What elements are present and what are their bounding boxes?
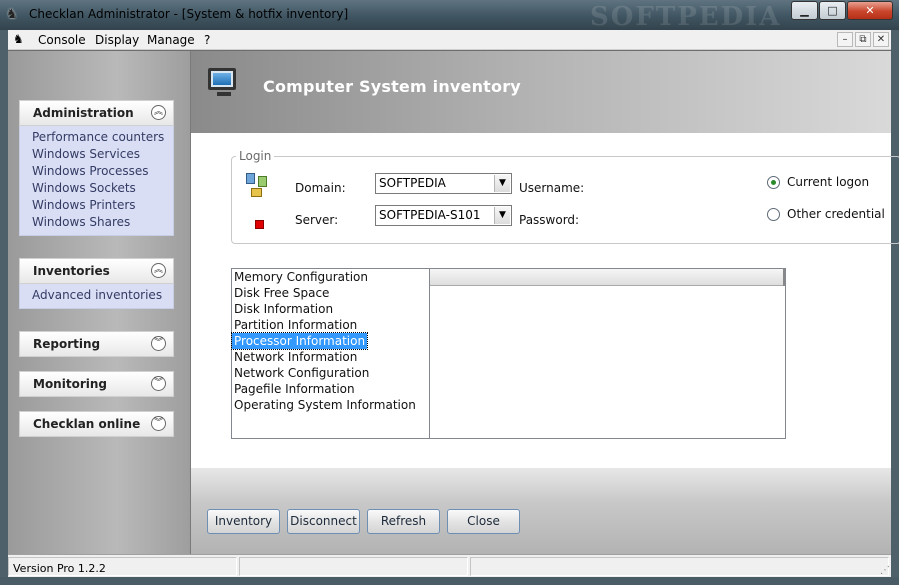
username-label: Username: xyxy=(519,181,585,195)
expand-icon[interactable]: ︾ xyxy=(151,376,166,391)
main-panel: Computer System inventory Login Domain: … xyxy=(191,51,899,554)
list-item-pagefile-information[interactable]: Pagefile Information xyxy=(232,381,429,397)
list-item-processor-information[interactable]: Processor Information xyxy=(230,332,369,350)
section-title: Administration xyxy=(33,106,134,120)
domain-value: SOFTPEDIA xyxy=(379,176,446,190)
menu-help[interactable]: ? xyxy=(204,33,210,47)
network-users-icon xyxy=(246,173,268,199)
list-item-operating-system-information[interactable]: Operating System Information xyxy=(232,397,429,413)
close-button[interactable]: Close xyxy=(447,509,520,534)
navigation-panel: Administration ︽ Performance counters Wi… xyxy=(8,51,191,554)
server-combobox[interactable]: SOFTPEDIA-S101 ▼ xyxy=(375,205,512,226)
nav-item-performance-counters[interactable]: Performance counters xyxy=(20,129,173,146)
section-header-administration[interactable]: Administration ︽ xyxy=(19,100,174,126)
version-text: Version Pro 1.2.2 xyxy=(13,562,106,575)
close-window-button[interactable]: ✕ xyxy=(847,1,893,20)
refresh-button[interactable]: Refresh xyxy=(367,509,440,534)
login-group: Login Domain: SOFTPEDIA ▼ Server: SOFTPE… xyxy=(231,149,899,244)
menu-console[interactable]: Console xyxy=(38,33,86,47)
section-header-monitoring[interactable]: Monitoring ︾ xyxy=(19,371,174,397)
password-label: Password: xyxy=(519,213,580,227)
mdi-restore-button[interactable]: ⧉ xyxy=(855,32,871,47)
nav-item-windows-services[interactable]: Windows Services xyxy=(20,146,173,163)
inventory-type-list[interactable]: Memory Configuration Disk Free Space Dis… xyxy=(230,268,430,439)
disconnect-button[interactable]: Disconnect xyxy=(287,509,360,534)
title-bar: ♞ Checklan Administrator - [System & hot… xyxy=(0,0,899,32)
status-pane-version: Version Pro 1.2.2 xyxy=(8,557,237,576)
chevron-down-icon[interactable]: ▼ xyxy=(494,175,510,192)
minimize-button[interactable]: ▁ xyxy=(791,1,818,20)
list-item-disk-free-space[interactable]: Disk Free Space xyxy=(232,285,429,301)
current-logon-label[interactable]: Current logon xyxy=(787,175,869,189)
connection-status-icon xyxy=(255,220,264,229)
section-title: Checklan online xyxy=(33,417,141,431)
expand-icon[interactable]: ︾ xyxy=(151,416,166,431)
grid-header-splitter[interactable] xyxy=(783,269,785,286)
list-item-network-information[interactable]: Network Information xyxy=(232,349,429,365)
section-reporting: Reporting ︾ xyxy=(19,331,174,357)
grid-column-header[interactable] xyxy=(430,269,783,286)
window-frame-right xyxy=(891,30,899,577)
collapse-icon[interactable]: ︽ xyxy=(151,263,166,278)
computer-icon-stand xyxy=(217,92,231,96)
app-icon[interactable]: ♞ xyxy=(6,7,18,22)
section-title: Monitoring xyxy=(33,377,107,391)
login-legend: Login xyxy=(236,149,275,163)
list-item-partition-information[interactable]: Partition Information xyxy=(232,317,429,333)
section-inventories: Inventories ︽ Advanced inventories xyxy=(19,258,174,309)
section-header-checklan-online[interactable]: Checklan online ︾ xyxy=(19,411,174,437)
server-label: Server: xyxy=(295,213,339,227)
status-pane-3 xyxy=(470,557,889,576)
mdi-close-button[interactable]: ✕ xyxy=(873,32,889,47)
menu-manage[interactable]: Manage xyxy=(147,33,195,47)
window-frame-bottom xyxy=(0,577,899,585)
chevron-down-icon[interactable]: ▼ xyxy=(494,207,510,224)
collapse-icon[interactable]: ︽ xyxy=(151,105,166,120)
computer-icon xyxy=(208,68,236,90)
domain-combobox[interactable]: SOFTPEDIA ▼ xyxy=(375,173,512,194)
expand-icon[interactable]: ︾ xyxy=(151,336,166,351)
page-title: Computer System inventory xyxy=(263,77,521,96)
system-menu-icon[interactable]: ♞ xyxy=(13,32,24,46)
section-monitoring: Monitoring ︾ xyxy=(19,371,174,397)
list-item-memory-configuration[interactable]: Memory Configuration xyxy=(232,269,429,285)
other-credential-label[interactable]: Other credential xyxy=(787,207,885,221)
section-checklan-online: Checklan online ︾ xyxy=(19,411,174,437)
inventory-content: Login Domain: SOFTPEDIA ▼ Server: SOFTPE… xyxy=(191,133,899,468)
nav-item-windows-processes[interactable]: Windows Processes xyxy=(20,163,173,180)
window-title: Checklan Administrator - [System & hotfi… xyxy=(29,7,349,21)
inventory-button[interactable]: Inventory xyxy=(207,509,280,534)
nav-item-windows-shares[interactable]: Windows Shares xyxy=(20,214,173,231)
list-item-network-configuration[interactable]: Network Configuration xyxy=(232,365,429,381)
mdi-minimize-button[interactable]: – xyxy=(837,32,853,47)
section-title: Inventories xyxy=(33,264,110,278)
other-credential-radio[interactable] xyxy=(767,208,780,221)
current-logon-radio[interactable] xyxy=(767,176,780,189)
nav-item-windows-printers[interactable]: Windows Printers xyxy=(20,197,173,214)
section-header-reporting[interactable]: Reporting ︾ xyxy=(19,331,174,357)
resize-grip-icon[interactable]: ⋰ xyxy=(880,565,890,576)
mdi-controls: – ⧉ ✕ xyxy=(835,32,889,47)
list-item-disk-information[interactable]: Disk Information xyxy=(232,301,429,317)
action-bar: Inventory Disconnect Refresh Close xyxy=(191,468,891,554)
window-frame-left xyxy=(0,30,8,577)
inventory-results-grid[interactable] xyxy=(429,268,786,439)
maximize-button[interactable]: □ xyxy=(819,1,846,20)
server-value: SOFTPEDIA-S101 xyxy=(379,208,481,222)
status-bar: Version Pro 1.2.2 ⋰ xyxy=(8,554,891,577)
section-administration: Administration ︽ Performance counters Wi… xyxy=(19,100,174,236)
section-body-administration: Performance counters Windows Services Wi… xyxy=(19,126,174,236)
nav-item-windows-sockets[interactable]: Windows Sockets xyxy=(20,180,173,197)
domain-label: Domain: xyxy=(295,181,346,195)
section-title: Reporting xyxy=(33,337,101,351)
nav-item-advanced-inventories[interactable]: Advanced inventories xyxy=(20,287,173,304)
menu-display[interactable]: Display xyxy=(95,33,139,47)
window-controls: ▁ □ ✕ xyxy=(790,1,893,20)
status-pane-2 xyxy=(239,557,468,576)
page-header: Computer System inventory xyxy=(191,51,891,133)
section-header-inventories[interactable]: Inventories ︽ xyxy=(19,258,174,284)
watermark: SOFTPEDIA xyxy=(590,2,782,32)
menu-bar: ♞ Console Display Manage ? – ⧉ ✕ xyxy=(8,30,891,50)
section-body-inventories: Advanced inventories xyxy=(19,284,174,309)
